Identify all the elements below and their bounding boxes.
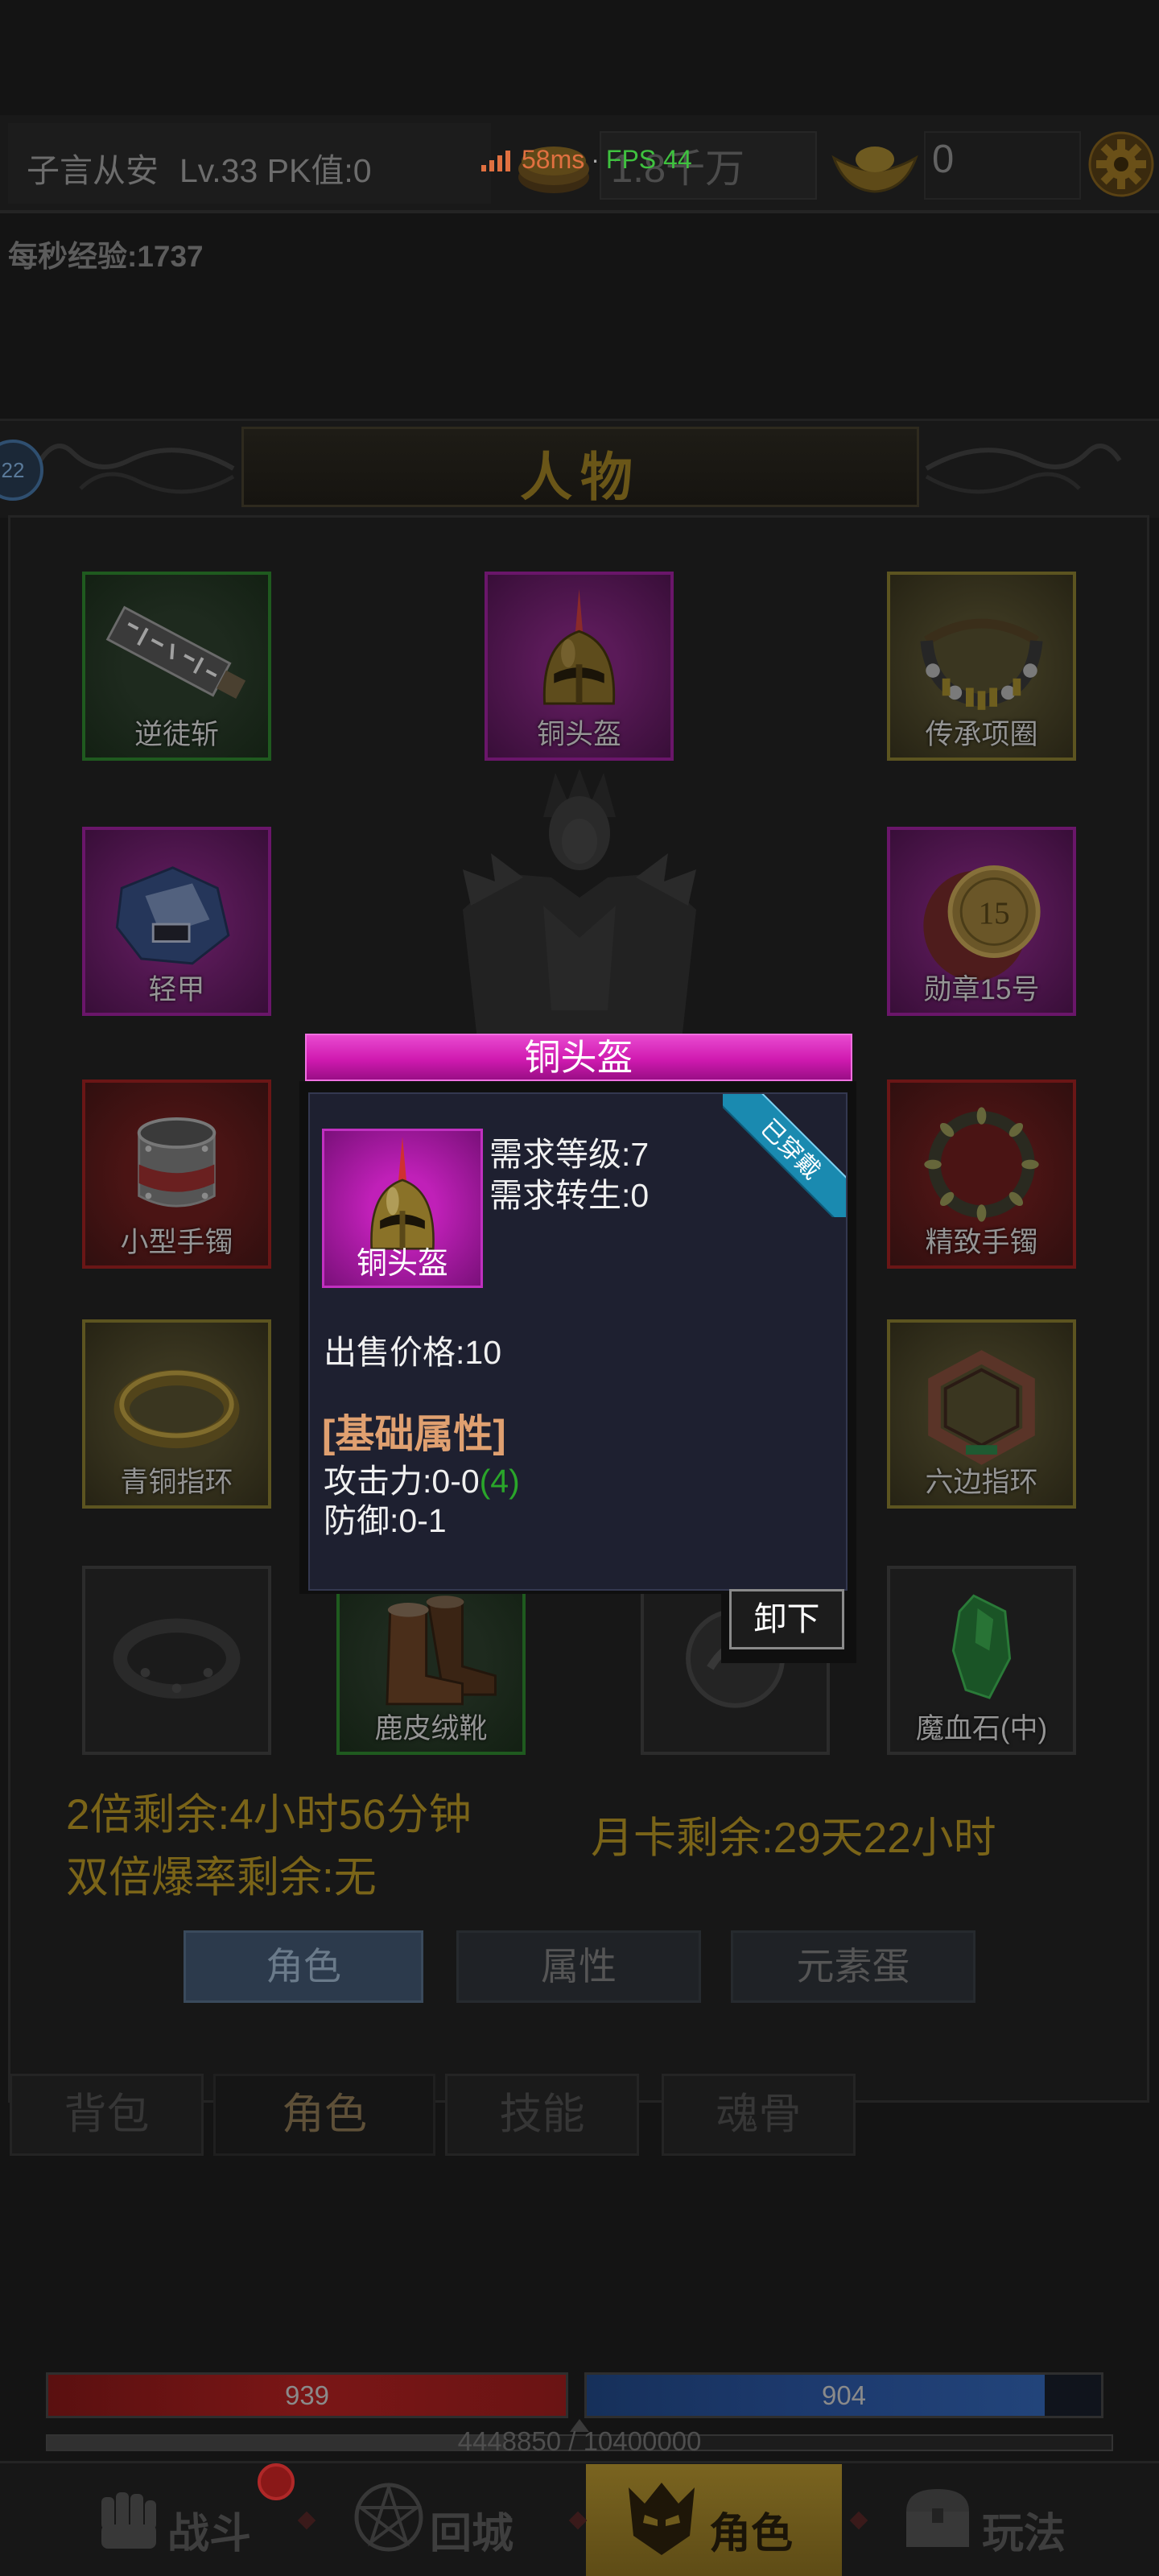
player-name: 子言从安 <box>27 152 159 189</box>
fps-value: FPS 44 <box>605 145 692 174</box>
monthly-card-remaining: 月卡剩余:29天22小时 <box>591 1814 996 1862</box>
double-exp-remaining: 2倍剩余:4小时56分钟 <box>66 1791 472 1839</box>
exp-value: 4448850 / 10400000 <box>457 2426 702 2456</box>
medal-number-text: 15 <box>979 896 1010 931</box>
nav-character-label: 角色 <box>709 2511 794 2557</box>
tab-skills[interactable]: 技能 <box>445 2074 639 2156</box>
equipped-ribbon: 已穿戴 <box>723 1094 846 1217</box>
tab-soul-bone[interactable]: 魂骨 <box>662 2074 856 2156</box>
attack-bonus: (4) <box>479 1463 520 1500</box>
equip-slot-label: 铜头盔 <box>536 719 621 750</box>
net-separator: · <box>591 145 600 174</box>
nav-battle-label: 战斗 <box>167 2511 252 2557</box>
equip-slot-weapon[interactable]: 逆徒斩 <box>82 572 271 761</box>
unequip-button[interactable]: 卸下 <box>729 1589 844 1649</box>
header-ornament-right-icon <box>925 444 1122 494</box>
tab-bag[interactable]: 背包 <box>10 2074 204 2156</box>
exp-per-second: 每秒经验:1737 <box>8 240 204 273</box>
equip-slot-bracelet-right[interactable]: 精致手镯 <box>887 1080 1076 1269</box>
required-rebirth: 需求转生:0 <box>489 1177 650 1214</box>
tab-attributes[interactable]: 属性 <box>456 1930 701 2003</box>
equip-slot-bracelet-left[interactable]: 小型手镯 <box>82 1080 271 1269</box>
equip-slot-label: 六边指环 <box>925 1467 1038 1498</box>
player-info: 子言从安 Lv.33 PK值:0 <box>27 143 372 192</box>
equip-slot-label: 青铜指环 <box>120 1467 233 1498</box>
equip-slot-label: 勋章15号 <box>923 974 1040 1005</box>
nav-return-town-label: 回城 <box>430 2511 514 2557</box>
equip-slot-ring-left[interactable]: 青铜指环 <box>82 1319 271 1509</box>
base-attributes-title: [基础属性] <box>322 1413 506 1456</box>
pentagram-icon <box>354 2482 423 2552</box>
double-drop-remaining: 双倍爆率剩余:无 <box>66 1854 377 1901</box>
header-ornament-left-icon <box>38 444 235 494</box>
equip-slot-label: 精致手镯 <box>925 1227 1038 1258</box>
hp-value: 939 <box>284 2380 330 2410</box>
equip-slot-label: 传承项圈 <box>925 719 1038 750</box>
tab-role[interactable]: 角色 <box>213 2074 435 2156</box>
equip-slot-label: 逆徒斩 <box>134 719 219 750</box>
equip-slot-gem[interactable]: 魔血石(中) <box>887 1566 1076 1755</box>
equip-slot-label: 魔血石(中) <box>915 1713 1048 1744</box>
tab-element-egg[interactable]: 元素蛋 <box>731 1930 975 2003</box>
ingot-icon <box>831 147 918 193</box>
tooltip-item-icon-label: 铜头盔 <box>356 1247 448 1281</box>
notification-dot <box>258 2463 295 2500</box>
chest-icon <box>906 2489 969 2547</box>
gear-icon[interactable] <box>1088 131 1154 197</box>
item-tooltip-title: 铜头盔 <box>305 1034 852 1081</box>
equip-slot-helmet[interactable]: 铜头盔 <box>485 572 674 761</box>
dark-ring-icon <box>113 1618 241 1699</box>
mask-icon <box>629 2483 695 2555</box>
tooltip-item-icon: 铜头盔 <box>322 1129 483 1288</box>
mp-value: 904 <box>821 2380 867 2410</box>
equip-slot-armor[interactable]: 轻甲 <box>82 827 271 1016</box>
equip-slot-label: 轻甲 <box>148 974 205 1005</box>
sell-price: 出售价格:10 <box>324 1334 501 1371</box>
character-model-icon <box>463 769 696 1055</box>
equip-slot-medal[interactable]: 15 勋章15号 <box>887 827 1076 1016</box>
nav-gameplay-label: 玩法 <box>982 2511 1066 2557</box>
equip-slot-necklace[interactable]: 传承项圈 <box>887 572 1076 761</box>
equip-slot-ring-right[interactable]: 六边指环 <box>887 1319 1076 1509</box>
equip-slot-boots[interactable]: 鹿皮绒靴 <box>336 1566 526 1755</box>
equip-slot-label: 鹿皮绒靴 <box>374 1713 488 1744</box>
ingot-amount: 0 <box>932 138 955 181</box>
fist-icon <box>101 2492 156 2549</box>
signal-bars-icon <box>481 149 510 171</box>
tab-character[interactable]: 角色 <box>184 1930 423 2003</box>
equipped-badge: 已穿戴 <box>723 1094 846 1217</box>
defense-stat: 防御:0-1 <box>324 1502 447 1539</box>
equip-slot-label: 小型手镯 <box>120 1227 233 1258</box>
network-indicator: 58ms · FPS 44 <box>481 145 692 175</box>
equip-slot-belt[interactable] <box>82 1566 271 1755</box>
ping-value: 58ms <box>522 145 585 174</box>
panel-title: 人物 <box>519 448 641 506</box>
player-level-pk: Lv.33 PK值:0 <box>179 152 372 189</box>
